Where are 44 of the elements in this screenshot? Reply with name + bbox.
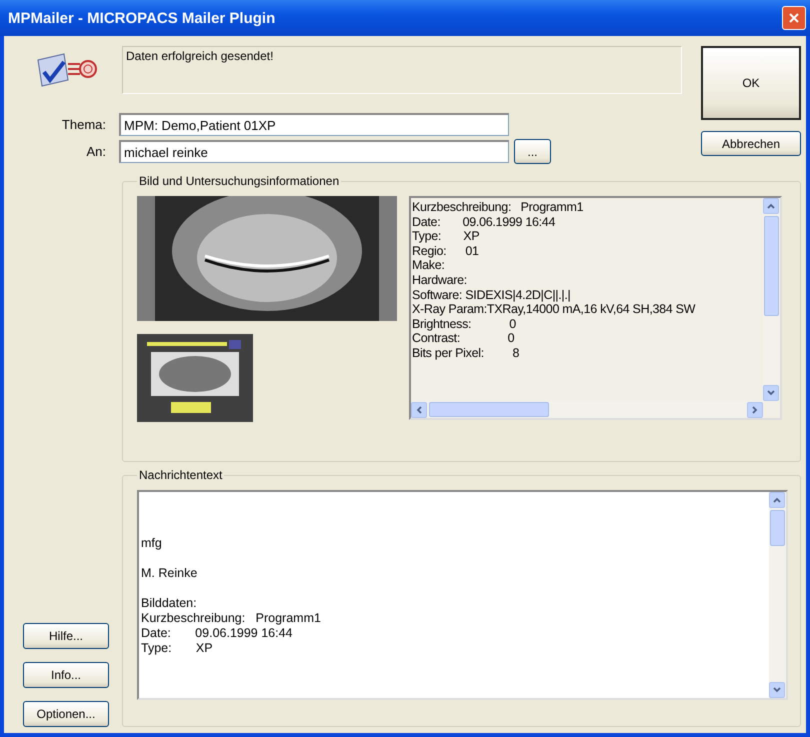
group-title: Nachrichtentext	[138, 468, 224, 482]
horizontal-scrollbar[interactable]	[411, 401, 763, 418]
info-line: Date: 09.06.1999 16:44	[412, 214, 556, 230]
info-line: Kurzbeschreibung: Programm1	[412, 200, 584, 215]
scroll-left-icon[interactable]	[411, 402, 427, 418]
browse-button[interactable]: ...	[514, 139, 551, 164]
close-icon	[788, 12, 800, 24]
info-line: Make:	[412, 258, 446, 273]
info-line: Software: SIDEXIS|4.2D|C||.|.|	[412, 288, 572, 302]
field-label: Thema:	[60, 117, 107, 132]
scroll-thumb[interactable]	[764, 216, 779, 316]
close-button[interactable]	[782, 6, 806, 30]
message-paragraph: M. Reinke	[141, 566, 198, 581]
scroll-down-icon[interactable]	[769, 682, 785, 698]
ok-button[interactable]: OK	[701, 46, 801, 120]
info-line: Regio: 01	[412, 244, 480, 258]
status-message: Daten erfolgreich gesendet!	[122, 46, 682, 94]
info-line: Contrast: 0	[412, 331, 516, 346]
message-text-area[interactable]: mfg M. Reinke Bilddaten: Kurzbeschreibung: Programm1 Date: 09.06.1999 16:44 Type: XP	[137, 490, 788, 700]
scroll-thumb[interactable]	[429, 402, 549, 417]
scroll-right-icon[interactable]	[747, 402, 763, 418]
scroll-down-icon[interactable]	[763, 385, 779, 401]
side-button[interactable]: Hilfe...	[23, 623, 109, 649]
scroll-up-icon[interactable]	[763, 198, 779, 214]
info-line: Hardware:	[412, 272, 468, 288]
vertical-scrollbar[interactable]	[769, 492, 786, 698]
scroll-up-icon[interactable]	[769, 492, 785, 508]
message-paragraph: Bilddaten: Kurzbeschreibung: Programm1 Date: 09.06.1999 16:44 Type: XP	[141, 596, 322, 656]
info-line: X-Ray Param:TXRay,14000 mA,16 kV,64 SH,384 SW	[412, 302, 696, 317]
window-title: MPMailer - MICROPACS Mailer Plugin	[8, 10, 276, 26]
text-field[interactable]: michael reinke	[119, 140, 509, 163]
vertical-scrollbar[interactable]	[763, 198, 780, 401]
side-button[interactable]: Optionen...	[23, 701, 109, 727]
message-paragraph: mfg	[141, 536, 163, 551]
info-line: Bits per Pixel: 8	[412, 346, 520, 361]
field-label: An:	[85, 144, 107, 159]
text-field[interactable]: MPM: Demo,Patient 01XP	[119, 113, 509, 136]
side-button[interactable]: Info...	[23, 662, 109, 688]
info-line: Type: XP	[412, 229, 480, 244]
group-title: Bild und Untersuchungsinformationen	[138, 174, 340, 188]
cancel-button[interactable]: Abbrechen	[701, 131, 801, 156]
info-list[interactable]	[409, 196, 782, 420]
scroll-thumb[interactable]	[770, 510, 785, 546]
info-line: Brightness: 0	[412, 316, 517, 332]
